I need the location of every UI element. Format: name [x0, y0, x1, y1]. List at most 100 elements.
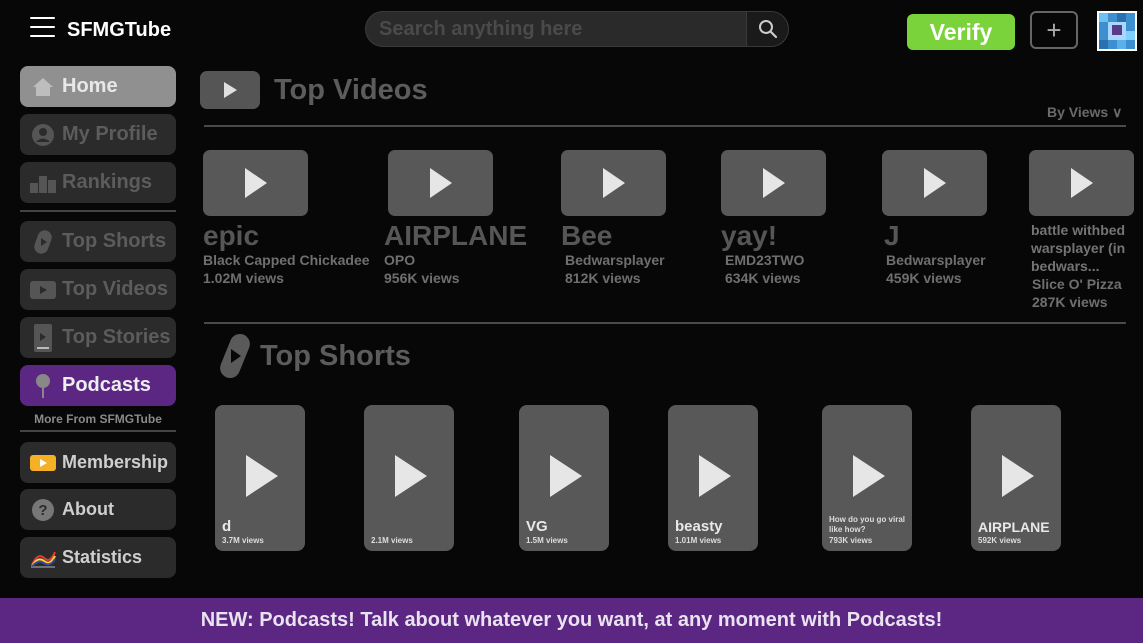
video-title[interactable]: epic	[203, 221, 373, 251]
announcement-banner[interactable]: NEW: Podcasts! Talk about whatever you w…	[0, 598, 1143, 643]
profile-icon	[30, 122, 56, 148]
section-divider	[204, 125, 1126, 127]
sidebar-item-membership[interactable]: Membership	[20, 442, 176, 483]
search-button[interactable]	[746, 12, 788, 46]
video-title[interactable]: J	[882, 221, 1052, 251]
play-icon	[1002, 455, 1034, 497]
play-icon	[699, 455, 731, 497]
sidebar-item-home[interactable]: Home	[20, 66, 176, 107]
verify-button[interactable]: Verify	[907, 14, 1015, 50]
sidebar-item-label: About	[62, 499, 114, 519]
top-shorts-header: Top Shorts	[218, 330, 411, 382]
sidebar-item-top-stories[interactable]: Top Stories	[20, 317, 176, 358]
chart-icon	[30, 545, 56, 571]
top-videos-header: Top Videos	[200, 71, 428, 109]
short-title: AIRPLANE	[978, 519, 1050, 535]
short-title: How do you go viral like how?	[829, 515, 906, 534]
short-card[interactable]: VG 1.5M views	[519, 405, 609, 551]
play-icon	[1070, 168, 1093, 198]
shorts-icon	[218, 330, 252, 382]
search-bar	[365, 11, 789, 47]
sidebar-item-label: Statistics	[62, 547, 143, 567]
video-icon	[200, 71, 260, 109]
play-icon	[395, 455, 427, 497]
video-title[interactable]: AIRPLANE	[384, 221, 554, 251]
short-views: 1.5M views	[526, 536, 568, 545]
sidebar-item-label: Membership	[62, 452, 169, 472]
video-thumbnail[interactable]	[561, 150, 666, 216]
video-views: 812K views	[565, 270, 641, 286]
play-icon	[550, 455, 582, 497]
section-title: Top Videos	[274, 73, 428, 106]
avatar[interactable]	[1097, 11, 1137, 51]
search-icon	[758, 20, 777, 39]
video-author[interactable]: Bedwarsplayer	[561, 251, 731, 269]
short-card[interactable]: 2.1M views	[364, 405, 454, 551]
sort-dropdown[interactable]: By Views ∨	[1047, 104, 1122, 121]
section-title: Top Shorts	[260, 339, 411, 372]
sidebar-item-label: Top Stories	[62, 326, 171, 348]
sidebar-divider	[20, 430, 176, 432]
membership-icon	[30, 450, 56, 476]
short-views: 592K views	[978, 536, 1022, 545]
sidebar-item-rankings[interactable]: Rankings	[20, 162, 176, 203]
video-icon	[30, 277, 56, 303]
short-card[interactable]: d 3.7M views	[215, 405, 305, 551]
sidebar-item-label: Rankings	[62, 171, 153, 193]
short-card[interactable]: AIRPLANE 592K views	[971, 405, 1061, 551]
video-title[interactable]: battle withbed warsplayer (in bedwars...	[1029, 221, 1134, 275]
video-author[interactable]: Bedwarsplayer	[882, 251, 1052, 269]
sidebar-item-about[interactable]: ? About	[20, 489, 176, 530]
video-views: 287K views	[1032, 294, 1108, 310]
video-author[interactable]: Black Capped Chickadee	[203, 251, 373, 269]
short-title: VG	[526, 518, 548, 535]
video-card[interactable]: epic Black Capped Chickadee 1.02M views	[203, 150, 373, 288]
video-card[interactable]: yay! EMD23TWO 634K views	[721, 150, 891, 288]
video-title[interactable]: yay!	[721, 221, 891, 251]
video-views: 956K views	[384, 270, 460, 286]
shorts-icon	[30, 229, 56, 255]
story-icon	[30, 323, 56, 352]
video-card[interactable]: battle withbed warsplayer (in bedwars...…	[1029, 150, 1139, 312]
video-card[interactable]: AIRPLANE OPO 956K views	[384, 150, 554, 288]
short-card[interactable]: How do you go viral like how? 793K views	[822, 405, 912, 551]
short-title: beasty	[675, 518, 723, 535]
video-card[interactable]: J Bedwarsplayer 459K views	[882, 150, 1052, 288]
microphone-icon	[30, 373, 56, 399]
sidebar-item-my-profile[interactable]: My Profile	[20, 114, 176, 155]
sidebar-item-top-shorts[interactable]: Top Shorts	[20, 221, 176, 262]
search-input[interactable]	[366, 12, 747, 46]
question-icon: ?	[30, 497, 56, 523]
play-icon	[923, 168, 946, 198]
play-icon	[429, 168, 452, 198]
sidebar-item-label: Top Videos	[62, 278, 168, 300]
avatar-image	[1099, 13, 1135, 49]
sidebar-item-top-videos[interactable]: Top Videos	[20, 269, 176, 310]
sidebar-item-statistics[interactable]: Statistics	[20, 537, 176, 578]
sidebar-item-label: Top Shorts	[62, 230, 167, 252]
video-thumbnail[interactable]	[388, 150, 493, 216]
video-thumbnail[interactable]	[1029, 150, 1134, 216]
video-card[interactable]: Bee Bedwarsplayer 812K views	[561, 150, 731, 288]
play-icon	[762, 168, 785, 198]
video-title[interactable]: Bee	[561, 221, 731, 251]
video-author[interactable]: EMD23TWO	[721, 251, 891, 269]
video-thumbnail[interactable]	[721, 150, 826, 216]
video-thumbnail[interactable]	[203, 150, 308, 216]
video-author[interactable]: OPO	[384, 251, 554, 269]
sidebar-item-podcasts[interactable]: Podcasts	[20, 365, 176, 406]
brand-logo-text[interactable]: SFMGTube	[67, 19, 171, 42]
create-button[interactable]: +	[1030, 11, 1078, 49]
section-divider	[204, 322, 1126, 324]
short-views: 793K views	[829, 536, 873, 545]
short-card[interactable]: beasty 1.01M views	[668, 405, 758, 551]
sidebar-divider	[20, 210, 176, 212]
video-author[interactable]: Slice O' Pizza	[1029, 275, 1139, 293]
video-views: 459K views	[886, 270, 962, 286]
video-thumbnail[interactable]	[882, 150, 987, 216]
short-views: 1.01M views	[675, 536, 722, 545]
short-views: 2.1M views	[371, 536, 413, 545]
home-icon	[30, 74, 56, 100]
video-views: 634K views	[725, 270, 801, 286]
menu-icon[interactable]	[30, 17, 55, 39]
